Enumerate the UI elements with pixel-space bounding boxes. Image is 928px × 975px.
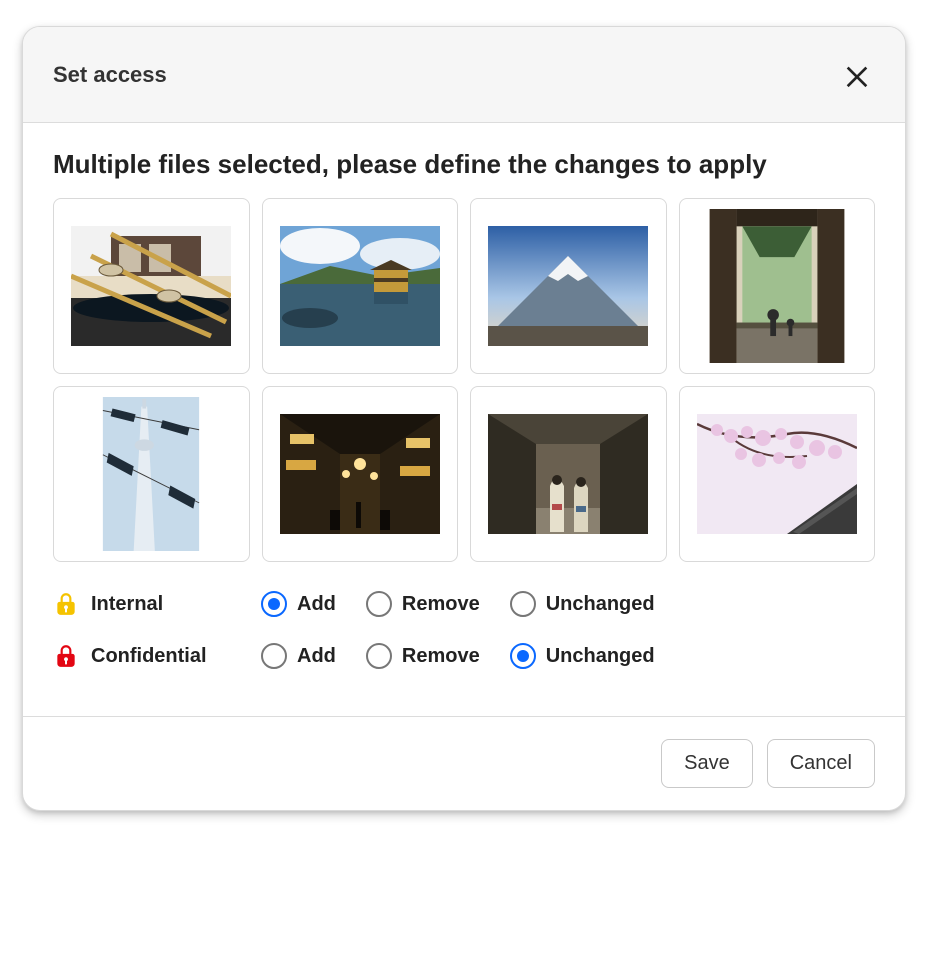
thumbnail-item[interactable] — [470, 386, 667, 562]
thumbnail-image — [488, 414, 648, 534]
thumbnail-item[interactable] — [53, 198, 250, 374]
access-row-internal: Internal Add Remove Unchan — [53, 584, 875, 624]
radio-confidential-add[interactable]: Add — [261, 643, 336, 669]
set-access-dialog: Set access Multiple files selected, plea… — [22, 26, 906, 811]
thumbnail-image — [280, 226, 440, 346]
access-level-label: Internal — [91, 593, 163, 616]
radio-internal-unchanged[interactable]: Unchanged — [510, 591, 655, 617]
access-level-label: Confidential — [91, 645, 207, 668]
radio-indicator — [366, 643, 392, 669]
dialog-body: Multiple files selected, please define t… — [23, 123, 905, 716]
close-icon — [841, 59, 873, 91]
thumbnail-image — [707, 209, 847, 363]
dialog-header: Set access — [23, 27, 905, 123]
close-button[interactable] — [839, 57, 875, 93]
thumbnail-image — [488, 226, 648, 346]
lock-icon — [53, 643, 79, 669]
thumbnail-item[interactable] — [262, 386, 459, 562]
access-section: Internal Add Remove Unchan — [53, 584, 875, 676]
radio-label: Add — [297, 645, 336, 668]
thumbnail-item[interactable] — [679, 198, 876, 374]
radio-group-confidential: Add Remove Unchanged — [261, 643, 655, 669]
thumbnail-image — [697, 414, 857, 534]
cancel-button[interactable]: Cancel — [767, 739, 875, 788]
dialog-footer: Save Cancel — [23, 716, 905, 810]
access-row-confidential: Confidential Add Remove Un — [53, 636, 875, 676]
radio-group-internal: Add Remove Unchanged — [261, 591, 655, 617]
thumbnail-image — [101, 397, 201, 551]
thumbnail-image — [71, 226, 231, 346]
radio-internal-remove[interactable]: Remove — [366, 591, 480, 617]
radio-label: Remove — [402, 593, 480, 616]
radio-indicator — [510, 591, 536, 617]
thumbnail-item[interactable] — [53, 386, 250, 562]
radio-internal-add[interactable]: Add — [261, 591, 336, 617]
radio-indicator — [510, 643, 536, 669]
radio-label: Add — [297, 593, 336, 616]
radio-indicator — [261, 591, 287, 617]
radio-label: Unchanged — [546, 593, 655, 616]
radio-confidential-remove[interactable]: Remove — [366, 643, 480, 669]
dialog-title: Set access — [53, 62, 167, 88]
thumbnail-image — [280, 414, 440, 534]
access-level-label-col: Internal — [53, 591, 243, 617]
dialog-subtitle: Multiple files selected, please define t… — [53, 149, 875, 180]
thumbnail-item[interactable] — [470, 198, 667, 374]
radio-indicator — [261, 643, 287, 669]
thumbnail-item[interactable] — [679, 386, 876, 562]
save-button[interactable]: Save — [661, 739, 753, 788]
radio-label: Remove — [402, 645, 480, 668]
radio-indicator — [366, 591, 392, 617]
lock-icon — [53, 591, 79, 617]
thumbnails-grid — [53, 198, 875, 562]
access-level-label-col: Confidential — [53, 643, 243, 669]
thumbnail-item[interactable] — [262, 198, 459, 374]
radio-confidential-unchanged[interactable]: Unchanged — [510, 643, 655, 669]
radio-label: Unchanged — [546, 645, 655, 668]
